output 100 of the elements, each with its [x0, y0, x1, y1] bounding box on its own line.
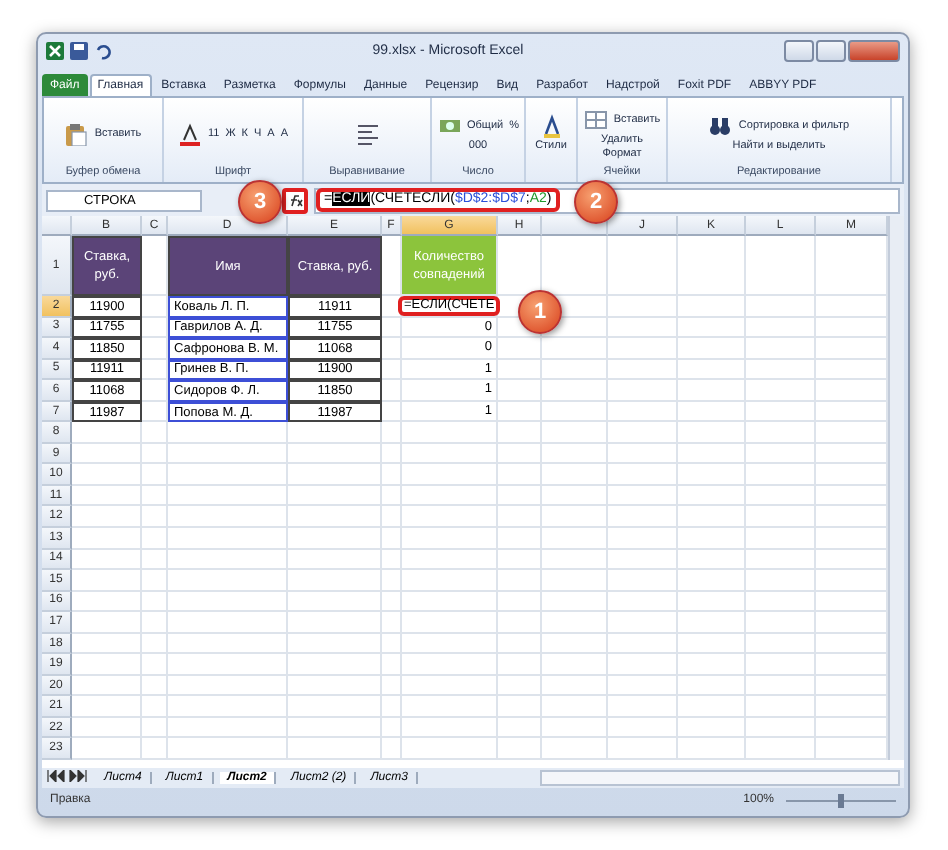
- empty-cell: [542, 612, 608, 634]
- empty-cell: [678, 485, 746, 507]
- empty-cell: [678, 380, 746, 402]
- empty-cell: [382, 338, 402, 360]
- empty-cell: [746, 338, 816, 360]
- empty-cell: [382, 696, 402, 718]
- empty-cell: [678, 359, 746, 381]
- empty-cell: [816, 654, 888, 676]
- empty-cell: [678, 464, 746, 486]
- clipboard-icon[interactable]: [64, 121, 89, 145]
- empty-cell: [608, 612, 678, 634]
- horizontal-scrollbar[interactable]: [540, 770, 900, 786]
- empty-cell: [382, 464, 402, 486]
- empty-cell: [608, 675, 678, 697]
- empty-cell: [746, 717, 816, 739]
- empty-cell: [608, 633, 678, 655]
- vertical-scrollbar[interactable]: [888, 216, 904, 761]
- empty-cell: [608, 485, 678, 507]
- maximize-button[interactable]: [816, 40, 846, 62]
- empty-cell: [402, 528, 498, 550]
- empty-cell: [402, 570, 498, 592]
- insert-function-button[interactable]: [282, 187, 308, 213]
- empty-cell: [608, 443, 678, 465]
- empty-cell: [608, 296, 678, 318]
- styles-icon[interactable]: [539, 114, 563, 138]
- empty-cell: [608, 654, 678, 676]
- empty-cell: [402, 717, 498, 739]
- empty-cell: [746, 570, 816, 592]
- empty-cell: [542, 570, 608, 592]
- empty-cell: [608, 236, 678, 296]
- empty-cell: [542, 738, 608, 761]
- empty-cell: [542, 338, 608, 360]
- empty-cell: [402, 549, 498, 571]
- empty-cell: [542, 654, 608, 676]
- font-color-icon[interactable]: [177, 121, 202, 145]
- empty-cell: [142, 359, 168, 381]
- empty-cell: [608, 338, 678, 360]
- empty-cell: [746, 612, 816, 634]
- empty-cell: [816, 317, 888, 339]
- empty-cell: [382, 717, 402, 739]
- cells-icon[interactable]: [583, 107, 608, 131]
- empty-cell: [288, 654, 382, 676]
- empty-cell: [678, 591, 746, 613]
- empty-cell: [816, 738, 888, 761]
- empty-cell: [288, 528, 382, 550]
- empty-cell: [816, 506, 888, 529]
- empty-cell: [288, 485, 382, 507]
- empty-cell: [608, 464, 678, 486]
- empty-cell: [402, 506, 498, 529]
- undo-icon[interactable]: [94, 42, 112, 60]
- empty-cell: [542, 549, 608, 571]
- align-icon[interactable]: [355, 121, 379, 145]
- empty-cell: [382, 612, 402, 634]
- empty-cell: [608, 528, 678, 550]
- empty-cell: [746, 485, 816, 507]
- empty-cell: [382, 675, 402, 697]
- empty-cell: [816, 696, 888, 718]
- empty-cell: [382, 443, 402, 465]
- empty-cell: [746, 317, 816, 339]
- empty-cell: [402, 633, 498, 655]
- empty-cell: [678, 401, 746, 423]
- empty-cell: [498, 528, 542, 550]
- empty-cell: [142, 338, 168, 360]
- empty-cell: [498, 338, 542, 360]
- empty-cell: [542, 675, 608, 697]
- empty-cell: [608, 696, 678, 718]
- empty-cell: [142, 717, 168, 739]
- empty-cell: [816, 401, 888, 423]
- empty-cell: [816, 236, 888, 296]
- empty-cell: [746, 443, 816, 465]
- empty-cell: [816, 633, 888, 655]
- empty-cell: [288, 422, 382, 444]
- empty-cell: [498, 738, 542, 761]
- currency-icon[interactable]: [437, 114, 461, 138]
- empty-cell: [382, 591, 402, 613]
- empty-cell: [678, 528, 746, 550]
- empty-cell: [542, 591, 608, 613]
- sheet-navigation-icon[interactable]: [46, 770, 90, 786]
- empty-cell: [816, 296, 888, 318]
- save-icon[interactable]: [70, 42, 88, 60]
- empty-cell: [382, 654, 402, 676]
- empty-cell: [678, 570, 746, 592]
- empty-cell: [746, 359, 816, 381]
- empty-cell: [142, 528, 168, 550]
- empty-cell: [678, 296, 746, 318]
- empty-cell: [142, 570, 168, 592]
- binoculars-icon[interactable]: [708, 114, 733, 138]
- empty-cell: [142, 633, 168, 655]
- empty-cell: [498, 612, 542, 634]
- minimize-button[interactable]: [784, 40, 814, 62]
- empty-cell: [498, 570, 542, 592]
- empty-cell: [746, 591, 816, 613]
- empty-cell: [678, 506, 746, 529]
- empty-cell: [746, 549, 816, 571]
- empty-cell: [142, 380, 168, 402]
- empty-cell: [288, 591, 382, 613]
- empty-cell: [678, 633, 746, 655]
- empty-cell: [498, 506, 542, 529]
- empty-cell: [608, 401, 678, 423]
- empty-cell: [816, 443, 888, 465]
